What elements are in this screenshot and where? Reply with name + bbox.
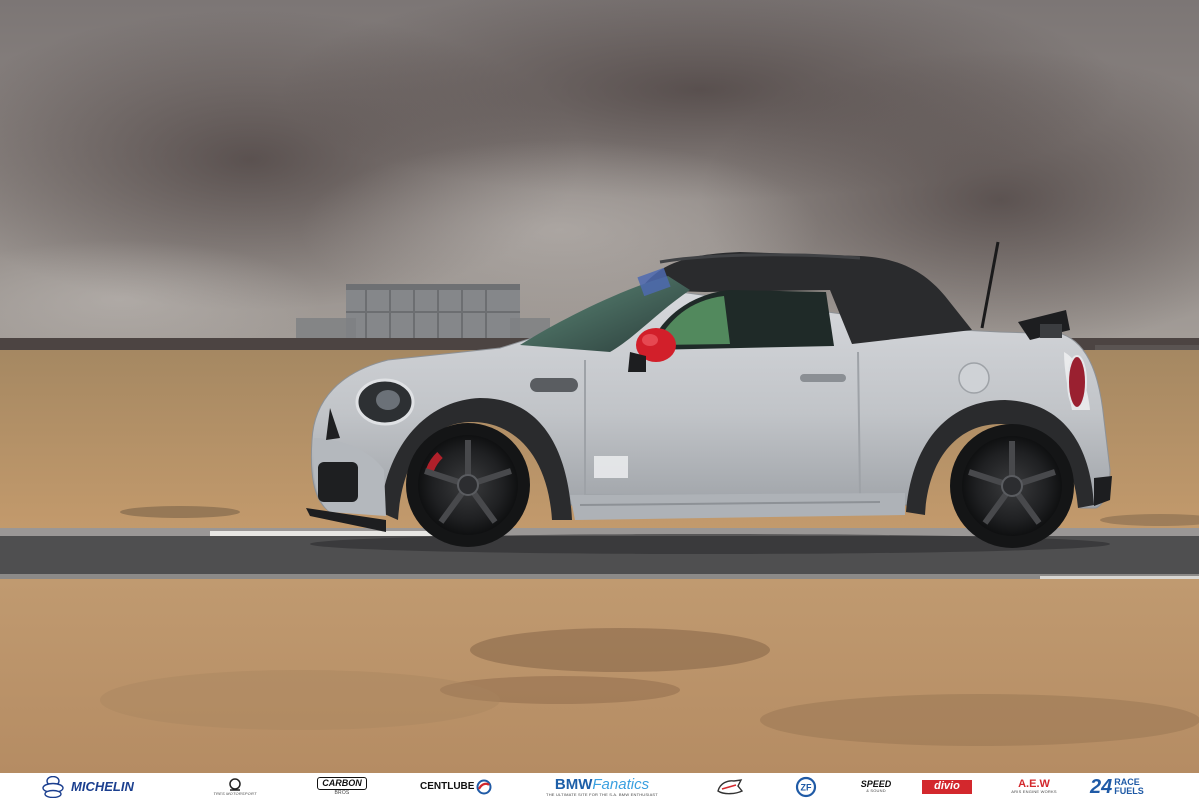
fuel-cap xyxy=(958,362,990,394)
sponsor-bar: MICHELIN TRES MOTORSPORT CARBON BROS CEN… xyxy=(0,773,1199,800)
centlube-swoosh-icon xyxy=(476,779,492,794)
sponsor-bmw-fanatics-tagline: THE ULTIMATE SITE FOR THE S.A. BMW ENTHU… xyxy=(546,791,658,797)
tres-motorsport-icon xyxy=(229,777,241,791)
sponsor-centlube-label: CENTLUBE xyxy=(420,780,475,792)
sponsor-aew-tagline: ARIS ENGINE WORKS xyxy=(1011,789,1057,794)
sponsor-24-label: 24 xyxy=(1090,775,1113,798)
sponsor-tres-motorsport-label: TRES MOTORSPORT xyxy=(213,790,257,796)
sponsor-24-race-fuels: 24 RACE FUELS xyxy=(1090,773,1144,800)
sponsor-fuels-label: FUELS xyxy=(1114,785,1144,796)
sponsor-bmw-fanatics: BMWFanatics THE ULTIMATE SITE FOR THE S.… xyxy=(540,773,664,800)
sponsor-zf: ZF xyxy=(795,773,817,800)
race-car-photo xyxy=(0,0,1199,773)
sponsor-michelin: MICHELIN xyxy=(38,773,134,800)
sponsor-tres-motorsport: TRES MOTORSPORT xyxy=(208,773,262,800)
race-sa-icon xyxy=(717,778,744,794)
sponsor-centlube: CENTLUBE xyxy=(420,773,492,800)
carbon-bros-icon: CARBON xyxy=(317,777,367,790)
door-handle xyxy=(800,374,846,382)
sponsor-race-sa xyxy=(714,773,746,800)
sponsor-michelin-label: MICHELIN xyxy=(71,779,134,794)
sponsor-speed-sound: SPEED & SOUND xyxy=(856,773,896,800)
rear-wheel xyxy=(950,424,1074,548)
front-wheel xyxy=(406,423,530,547)
sponsor-bmw-label: BMW xyxy=(554,775,593,793)
front-grille xyxy=(318,462,358,502)
sponsor-aew: A.E.W ARIS ENGINE WORKS xyxy=(1004,773,1064,800)
sponsor-divio-label: divio xyxy=(934,780,960,792)
zf-ring-icon: ZF xyxy=(795,776,817,797)
side-scuttle xyxy=(530,378,578,392)
sponsor-bros-label: BROS xyxy=(334,790,350,796)
sponsor-zf-label: ZF xyxy=(801,782,812,792)
sponsor-carbon-bros: CARBON BROS xyxy=(308,773,376,800)
sponsor-divio: divio xyxy=(922,773,972,800)
sponsor-sound-label: & SOUND xyxy=(866,788,886,793)
tail-light xyxy=(1067,355,1087,409)
michelin-man-icon xyxy=(42,775,64,798)
sponsor-carbon-label: CARBON xyxy=(322,778,362,788)
divio-badge: divio xyxy=(922,779,972,794)
sponsor-fanatics-label: Fanatics xyxy=(592,775,650,793)
